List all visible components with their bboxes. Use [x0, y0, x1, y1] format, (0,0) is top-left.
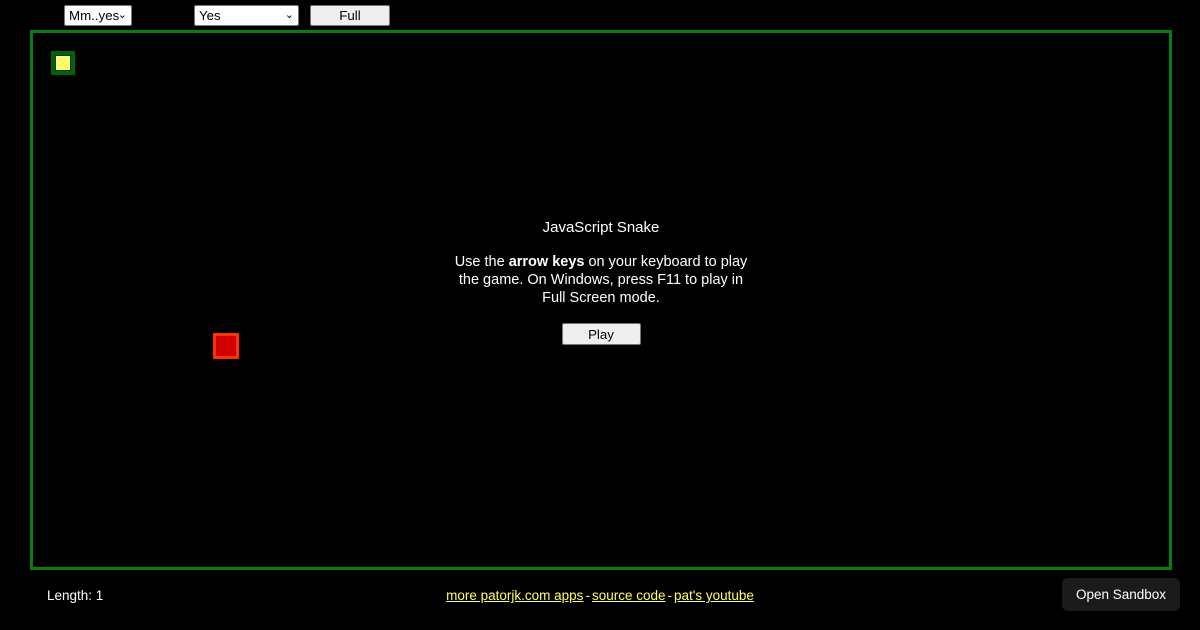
walls-select-value: Yes [199, 8, 221, 23]
source-code-link[interactable]: source code [592, 588, 666, 603]
snake-game-page: Mm..yes ⌄ Yes ⌄ Full Screen JavaScript S… [0, 0, 1200, 630]
speed-select-value: Mm..yes [69, 8, 120, 23]
status-bar: Length: 1 more patorjk.com apps - source c… [0, 582, 1200, 610]
chevron-down-icon: ⌄ [284, 9, 294, 21]
welcome-overlay: JavaScript Snake Use the arrow keys on y… [33, 219, 1169, 363]
more-apps-link[interactable]: more patorjk.com apps [446, 588, 583, 603]
instructions-pre: Use the [454, 254, 509, 270]
footer-links: more patorjk.com apps - source code - pat's … [0, 582, 1200, 610]
speed-select[interactable]: Mm..yes ⌄ [64, 5, 132, 26]
play-button-wrap: Play Game [33, 323, 1169, 363]
snake-head-cell [51, 51, 75, 75]
full-screen-button[interactable]: Full Screen [310, 5, 390, 41]
open-sandbox-button[interactable]: Open Sandbox [1062, 578, 1180, 611]
chevron-down-icon: ⌄ [117, 9, 127, 21]
instructions-bold: arrow keys [508, 254, 585, 270]
game-board[interactable]: JavaScript Snake Use the arrow keys on y… [30, 30, 1172, 570]
instructions-text: Use the arrow keys on your keyboard to p… [451, 253, 751, 307]
walls-select[interactable]: Yes ⌄ [194, 5, 299, 26]
game-title: JavaScript Snake [542, 219, 660, 236]
link-separator-2: - [667, 588, 672, 603]
play-game-button[interactable]: Play Game [561, 323, 641, 361]
link-separator-1: - [585, 588, 590, 603]
youtube-link[interactable]: pat's youtube [674, 588, 754, 603]
toolbar: Mm..yes ⌄ Yes ⌄ Full Screen [0, 0, 1200, 41]
